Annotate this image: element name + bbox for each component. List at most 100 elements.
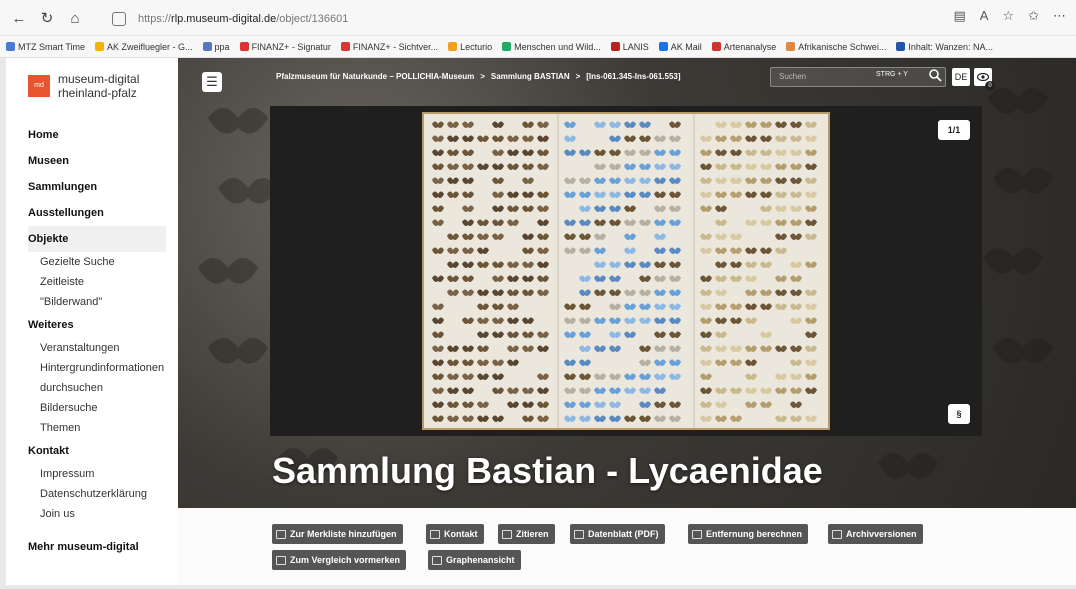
sidebar-item[interactable]: Bildersuche (28, 398, 166, 418)
bookmark-item[interactable]: Afrikanische Schwei... (786, 42, 886, 52)
bookmark-label: Inhalt: Wanzen: NA... (908, 42, 993, 52)
bookmark-label: AK Mail (671, 42, 702, 52)
search-input[interactable]: Suchen (770, 67, 946, 87)
action-label: Graphenansicht (446, 550, 515, 570)
url-path: /object/136601 (276, 13, 348, 25)
bookmark-favicon-icon (341, 42, 350, 51)
sidebar-item[interactable]: Join us (28, 504, 166, 524)
action-button[interactable]: Entfernung berechnen (688, 524, 808, 544)
sidebar-item[interactable]: Themen (28, 418, 166, 438)
action-button[interactable]: Graphenansicht (428, 550, 521, 570)
sidebar-item[interactable]: Veranstaltungen (28, 338, 166, 358)
breadcrumb-separator: > (576, 72, 581, 81)
sidebar-item[interactable]: Weiteres (28, 312, 166, 338)
bookmark-favicon-icon (502, 42, 511, 51)
sidebar-item[interactable]: Home (28, 122, 166, 148)
reload-icon[interactable]: ↻ (38, 10, 56, 28)
sidebar-item[interactable]: Sammlungen (28, 174, 166, 200)
favorite-star-icon[interactable]: ☆ (1002, 8, 1014, 24)
action-label: Archivversionen (846, 524, 917, 544)
more-icon[interactable]: ⋯ (1053, 8, 1066, 24)
document-icon (574, 530, 584, 539)
read-aloud-icon[interactable]: A (980, 8, 989, 24)
site-nav: Home Museen Sammlungen Ausstellungen Objekte… (28, 122, 166, 524)
sidebar-item[interactable]: "Bilderwand" (28, 292, 166, 312)
bookmark-item[interactable]: LANIS (611, 42, 649, 52)
breadcrumb-separator: > (480, 72, 485, 81)
bookmark-favicon-icon (203, 42, 212, 51)
browser-action-icons: ▤ A ☆ ✩ ⋯ (953, 8, 1066, 24)
bookmark-favicon-icon (659, 42, 668, 51)
more-museum-digital-link[interactable]: Mehr museum-digital (28, 534, 166, 560)
bookmark-label: FINANZ+ - Signatur (252, 42, 331, 52)
action-label: Datenblatt (PDF) (588, 524, 659, 544)
breadcrumb-collection[interactable]: Sammlung BASTIAN (491, 72, 570, 81)
sidebar-item[interactable]: durchsuchen (28, 378, 166, 398)
bookmarks-bar: MTZ Smart Time AK Zweifluegler - G... ppa F… (0, 36, 1076, 58)
bookmark-item[interactable]: Inhalt: Wanzen: NA... (896, 42, 993, 52)
sidebar-item[interactable]: Zeitleiste (28, 272, 166, 292)
page-bottom-edge (0, 585, 1076, 589)
action-label: Zitieren (516, 524, 549, 544)
bookmark-label: FINANZ+ - Sichtver... (353, 42, 438, 52)
url-host: rlp.museum-digital.de (171, 13, 276, 25)
sidebar-item[interactable]: Ausstellungen (28, 200, 166, 226)
license-button[interactable]: § (948, 404, 970, 424)
favorites-icon[interactable]: ✩ (1028, 8, 1039, 24)
bookmark-item[interactable]: Menschen und Wild... (502, 42, 601, 52)
bookmark-label: Lecturio (460, 42, 492, 52)
home-icon[interactable]: ⌂ (66, 10, 84, 28)
image-counter: 1/1 (938, 120, 970, 140)
sidebar-item[interactable]: Museen (28, 148, 166, 174)
sidebar-item[interactable]: Gezielte Suche (28, 252, 166, 272)
site-logo[interactable]: md museum-digital rheinland-pfalz (28, 72, 139, 100)
breadcrumb-museum[interactable]: Pfalzmuseum für Naturkunde – POLLICHIA-M… (276, 72, 474, 81)
sidebar-item[interactable]: Objekte (28, 226, 166, 252)
quote-icon (502, 530, 512, 539)
site-sidebar: md museum-digital rheinland-pfalz Home Mu… (0, 58, 178, 589)
action-button[interactable]: Datenblatt (PDF) (570, 524, 665, 544)
logo-line-2: rheinland-pfalz (58, 86, 139, 100)
bookmark-item[interactable]: Lecturio (448, 42, 492, 52)
bookmark-favicon-icon (448, 42, 457, 51)
bookmark-label: Afrikanische Schwei... (798, 42, 886, 52)
address-bar[interactable]: https://rlp.museum-digital.de/object/136… (106, 6, 1066, 32)
graph-icon (432, 556, 442, 565)
sidebar-item[interactable]: Hintergrundinformationen (28, 358, 166, 378)
bookmark-favicon-icon (786, 42, 795, 51)
reader-icon[interactable]: ▤ (953, 8, 965, 24)
sidebar-item[interactable]: Kontakt (28, 438, 166, 464)
bookmark-label: LANIS (623, 42, 649, 52)
search-icon[interactable] (928, 68, 942, 82)
bookmark-item[interactable]: MTZ Smart Time (6, 42, 85, 52)
action-button[interactable]: Zum Vergleich vormerken (272, 550, 406, 570)
action-button[interactable]: Archivversionen (828, 524, 923, 544)
back-icon[interactable]: ← (10, 10, 28, 28)
action-button[interactable]: Kontakt (426, 524, 484, 544)
logo-line-1: museum-digital (58, 72, 139, 86)
action-label: Zum Vergleich vormerken (290, 550, 400, 570)
bookmark-item[interactable]: FINANZ+ - Signatur (240, 42, 331, 52)
action-button[interactable]: Zitieren (498, 524, 555, 544)
action-button[interactable]: Zur Merkliste hinzufügen (272, 524, 403, 544)
butterfly-drawer-illustration (424, 114, 830, 430)
bookmark-item[interactable]: ppa (203, 42, 230, 52)
site-info-icon[interactable] (112, 12, 126, 26)
bookmark-favicon-icon (240, 42, 249, 51)
bookmark-favicon-icon (712, 42, 721, 51)
bookmark-item[interactable]: AK Zweifluegler - G... (95, 42, 193, 52)
menu-toggle-button[interactable]: ☰ (202, 72, 222, 92)
bookmark-label: Menschen und Wild... (514, 42, 601, 52)
logo-mark: md (28, 75, 50, 97)
bookmark-item[interactable]: Artenanalyse (712, 42, 777, 52)
bookmark-item[interactable]: AK Mail (659, 42, 702, 52)
specimen-drawer-image[interactable] (422, 112, 830, 430)
sidebar-item[interactable]: Datenschutzerklärung (28, 484, 166, 504)
bookmark-favicon-icon (6, 42, 15, 51)
page-title: Sammlung Bastian - Lycaenidae (272, 450, 823, 492)
sidebar-item[interactable]: Impressum (28, 464, 166, 484)
bookmark-item[interactable]: FINANZ+ - Sichtver... (341, 42, 438, 52)
bookmark-label: ppa (215, 42, 230, 52)
browser-toolbar: ← ↻ ⌂ https://rlp.museum-digital.de/obje… (0, 0, 1076, 36)
language-button[interactable]: DE (952, 68, 970, 86)
